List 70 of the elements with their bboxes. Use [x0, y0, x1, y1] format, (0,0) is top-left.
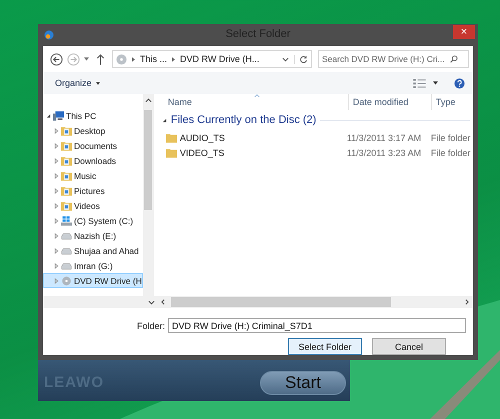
- dropdown-caret-icon[interactable]: [433, 81, 438, 85]
- folder-icon: [61, 186, 72, 196]
- tree-item[interactable]: (C) System (C:): [43, 213, 143, 228]
- tree-item[interactable]: Desktop: [43, 123, 143, 138]
- tree-item[interactable]: Shujaa and Ahad: [43, 243, 143, 258]
- folder-field[interactable]: DVD RW Drive (H:) Criminal_S7D1: [168, 318, 466, 333]
- tree-item[interactable]: DVD RW Drive (H: [43, 273, 143, 288]
- column-header[interactable]: Name: [162, 97, 254, 107]
- computer-icon: [53, 110, 64, 120]
- select-folder-button[interactable]: Select Folder: [288, 338, 362, 355]
- app-icon: [44, 30, 54, 40]
- scrollbar-thumb[interactable]: [144, 110, 152, 210]
- search-field[interactable]: Search DVD RW Drive (H:) Cri...: [318, 50, 469, 68]
- column-header[interactable]: Type: [430, 94, 456, 110]
- tree-item[interactable]: Pictures: [43, 183, 143, 198]
- breadcrumb[interactable]: DVD RW Drive (H...: [180, 54, 260, 64]
- tree-item[interactable]: Videos: [43, 198, 143, 213]
- file-name[interactable]: VIDEO_TS: [180, 148, 224, 158]
- disc-icon: [116, 54, 127, 64]
- folder-label: Folder:: [136, 320, 165, 330]
- scroll-right-icon[interactable]: [465, 299, 469, 305]
- folder-icon: [61, 200, 72, 210]
- group-header[interactable]: Files Currently on the Disc (2): [170, 114, 316, 126]
- drive-icon: [61, 230, 72, 240]
- start-button[interactable]: Start: [260, 371, 346, 395]
- collapse-icon[interactable]: [162, 118, 167, 122]
- expander-icon[interactable]: [46, 112, 51, 118]
- scroll-left-icon[interactable]: [161, 299, 165, 305]
- address-bar[interactable]: This ... DVD RW Drive (H...: [112, 50, 312, 68]
- folder-icon: [166, 148, 177, 158]
- forward-icon[interactable]: [67, 52, 80, 66]
- scroll-up-icon[interactable]: [144, 98, 152, 103]
- folder-icon: [61, 126, 72, 136]
- table-cell-text: 11/3/2011 3:17 AM: [346, 132, 422, 142]
- chevron-down-icon[interactable]: [282, 56, 289, 62]
- breadcrumb-arrow-icon: [132, 56, 135, 62]
- organize-menu[interactable]: Organize: [55, 78, 92, 88]
- column-header[interactable]: Date modified: [348, 94, 431, 110]
- back-icon[interactable]: [50, 52, 63, 66]
- drive-icon: [61, 246, 72, 256]
- disc-icon: [61, 276, 72, 286]
- folder-icon: [61, 170, 72, 180]
- view-options-icon[interactable]: [413, 78, 426, 88]
- search-icon: [450, 55, 458, 63]
- folder-icon: [61, 140, 72, 150]
- tree-item[interactable]: Downloads: [43, 153, 143, 168]
- table-cell: File folder: [430, 132, 470, 142]
- tree-item[interactable]: Nazish (E:): [43, 228, 143, 243]
- tree-item[interactable]: Documents: [43, 138, 143, 153]
- file-name[interactable]: AUDIO_TS: [180, 132, 225, 142]
- scrollbar-thumb[interactable]: [171, 297, 391, 307]
- folder-icon: [166, 132, 177, 142]
- tree-item[interactable]: Music: [43, 168, 143, 183]
- folder-icon: [61, 156, 72, 166]
- tree-item[interactable]: This PC: [43, 108, 143, 123]
- scroll-down-icon[interactable]: [148, 300, 155, 304]
- breadcrumb-arrow-icon: [172, 56, 176, 62]
- drive-icon: [61, 260, 72, 270]
- table-cell-text: 11/3/2011 3:23 AM: [346, 148, 422, 158]
- close-button[interactable]: ×: [453, 25, 475, 39]
- tree-item[interactable]: Imran (G:): [43, 258, 143, 273]
- dropdown-caret-icon[interactable]: [96, 82, 100, 84]
- table-cell: File folder: [430, 148, 470, 158]
- system-drive-icon: [61, 216, 72, 226]
- up-arrow-icon[interactable]: [96, 52, 105, 66]
- refresh-icon[interactable]: [294, 54, 308, 64]
- cancel-button[interactable]: Cancel: [372, 338, 446, 355]
- vertical-scrollbar[interactable]: [142, 94, 154, 296]
- breadcrumb[interactable]: This ...: [140, 54, 168, 64]
- help-icon[interactable]: [454, 78, 465, 88]
